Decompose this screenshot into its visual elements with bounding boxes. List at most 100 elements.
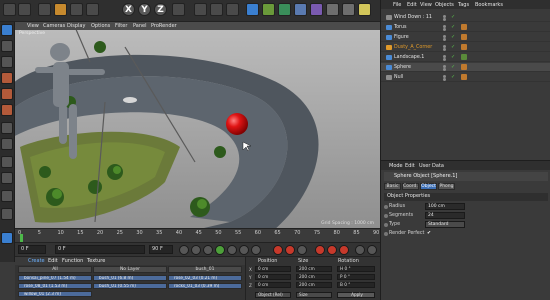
move-icon[interactable] bbox=[54, 3, 67, 16]
scale-key-icon[interactable] bbox=[327, 245, 337, 255]
enabled-check-icon[interactable]: ✓ bbox=[451, 14, 455, 20]
object-name[interactable]: Null bbox=[394, 75, 403, 80]
render-perfect-checkbox[interactable]: ✔ bbox=[427, 231, 431, 236]
viewport-menu-display[interactable]: Display bbox=[67, 23, 85, 29]
pen-icon[interactable] bbox=[262, 3, 275, 16]
attribute-menu-mode[interactable]: Mode bbox=[389, 163, 403, 169]
enabled-check-icon[interactable]: ✓ bbox=[451, 54, 455, 60]
material-filter-bush[interactable]: bush_01 bbox=[168, 266, 242, 273]
render-settings-icon[interactable] bbox=[226, 3, 239, 16]
cube-icon[interactable] bbox=[246, 3, 259, 16]
workplane-icon[interactable] bbox=[1, 172, 13, 184]
autokey-icon[interactable] bbox=[285, 245, 295, 255]
parameter-key-icon[interactable] bbox=[355, 245, 365, 255]
grid-icon[interactable] bbox=[1, 208, 13, 220]
viewport-menu-filter[interactable]: Filter bbox=[115, 23, 127, 29]
material-item[interactable]: rose_08_01 (1.53 m) bbox=[18, 283, 92, 289]
object-menu-edit[interactable]: Edit bbox=[407, 2, 417, 8]
size-mode-select[interactable]: Size bbox=[296, 292, 332, 298]
undo-icon[interactable] bbox=[3, 3, 16, 16]
make-editable-icon[interactable] bbox=[1, 24, 13, 36]
floor-icon[interactable] bbox=[326, 3, 339, 16]
visibility-dots[interactable] bbox=[443, 75, 449, 81]
material-tag-icon[interactable] bbox=[461, 24, 467, 30]
point-level-key-icon[interactable] bbox=[367, 245, 377, 255]
points-mode-icon[interactable] bbox=[1, 72, 13, 84]
visibility-dots[interactable] bbox=[443, 45, 449, 51]
object-row[interactable]: Sphere ✓ bbox=[381, 63, 550, 72]
visibility-dots[interactable] bbox=[443, 35, 449, 41]
material-item[interactable]: rocks_01_03 (0.39 m) bbox=[168, 283, 242, 289]
3d-viewport[interactable]: View Cameras Display Options Filter Pane… bbox=[15, 22, 380, 228]
material-item[interactable]: bush_01 (0.55 m) bbox=[93, 283, 167, 289]
record-active-objects-icon[interactable] bbox=[273, 245, 283, 255]
light-icon[interactable] bbox=[358, 3, 371, 16]
camera-icon[interactable] bbox=[342, 3, 355, 16]
viewport-menu-view[interactable]: View bbox=[27, 23, 39, 29]
object-name[interactable]: Wind Down : 11 bbox=[394, 15, 432, 20]
subdivision-icon[interactable] bbox=[278, 3, 291, 16]
rotation-key-icon[interactable] bbox=[339, 245, 349, 255]
object-row[interactable]: Wind Down : 11 ✓ bbox=[381, 13, 550, 22]
tab-coord[interactable]: Coord. bbox=[402, 183, 419, 190]
size-y-field[interactable]: 200 cm bbox=[296, 274, 332, 280]
previous-key-icon[interactable] bbox=[191, 245, 201, 255]
select-icon[interactable] bbox=[38, 3, 51, 16]
scale-icon[interactable] bbox=[70, 3, 83, 16]
object-row[interactable]: Null ✓ bbox=[381, 73, 550, 82]
object-row[interactable]: Torus ✓ bbox=[381, 23, 550, 32]
object-row[interactable]: Landscape.1 ✓ bbox=[381, 53, 550, 62]
material-menu-function[interactable]: Function bbox=[62, 258, 83, 264]
render-visibility-dot[interactable] bbox=[443, 78, 446, 81]
viewport-menu-options[interactable]: Options bbox=[91, 23, 110, 29]
animate-radio[interactable] bbox=[384, 214, 388, 218]
animate-radio[interactable] bbox=[384, 232, 388, 236]
position-z-field[interactable]: 0 cm bbox=[255, 282, 291, 288]
position-key-icon[interactable] bbox=[315, 245, 325, 255]
array-icon[interactable] bbox=[294, 3, 307, 16]
current-frame-field[interactable]: 0 F bbox=[18, 245, 46, 254]
visibility-dots[interactable] bbox=[443, 65, 449, 71]
material-item[interactable]: bush_01 (6.8 m) bbox=[93, 275, 167, 281]
tweak-mode-icon[interactable] bbox=[1, 138, 13, 150]
render-visibility-dot[interactable] bbox=[443, 58, 446, 61]
material-filter-all[interactable]: All bbox=[18, 266, 92, 273]
attribute-menu-edit[interactable]: Edit bbox=[405, 163, 415, 169]
viewport-menu-prorender[interactable]: ProRender bbox=[151, 23, 177, 29]
visibility-dots[interactable] bbox=[443, 25, 449, 31]
object-menu-objects[interactable]: Objects bbox=[435, 2, 454, 8]
rotation-p-field[interactable]: P 0 ° bbox=[337, 274, 375, 280]
render-view-icon[interactable] bbox=[194, 3, 207, 16]
rotate-icon[interactable] bbox=[86, 3, 99, 16]
type-select[interactable]: Standard bbox=[425, 221, 465, 228]
object-name[interactable]: Sphere bbox=[394, 65, 411, 70]
enabled-check-icon[interactable]: ✓ bbox=[451, 24, 455, 30]
material-tag-icon[interactable] bbox=[461, 74, 467, 80]
object-name[interactable]: Figure bbox=[394, 35, 409, 40]
next-frame-icon[interactable] bbox=[227, 245, 237, 255]
object-menu-file[interactable]: File bbox=[393, 2, 401, 8]
attribute-menu-user-data[interactable]: User Data bbox=[419, 163, 444, 169]
animate-radio[interactable] bbox=[384, 205, 388, 209]
render-visibility-dot[interactable] bbox=[443, 18, 446, 21]
timeline-ruler[interactable]: 0 5 10 15 20 25 30 35 40 45 50 55 60 65 70 75 80 85 90 bbox=[15, 228, 380, 242]
object-menu-view[interactable]: View bbox=[420, 2, 432, 8]
tab-basic[interactable]: Basic bbox=[384, 183, 401, 190]
coordinate-system-icon[interactable] bbox=[172, 3, 185, 16]
end-frame-field[interactable]: 90 F bbox=[149, 245, 173, 254]
material-tag-icon[interactable] bbox=[461, 34, 467, 40]
y-axis-button[interactable]: Y bbox=[138, 3, 151, 16]
deformer-icon[interactable] bbox=[310, 3, 323, 16]
enabled-check-icon[interactable]: ✓ bbox=[451, 74, 455, 80]
material-menu-texture[interactable]: Texture bbox=[87, 258, 105, 264]
play-icon[interactable] bbox=[215, 245, 225, 255]
object-name[interactable]: Torus bbox=[394, 25, 407, 30]
snap-icon[interactable] bbox=[1, 156, 13, 168]
viewport-menu-panel[interactable]: Panel bbox=[133, 23, 147, 29]
viewport-menu-cameras[interactable]: Cameras bbox=[43, 23, 65, 29]
size-x-field[interactable]: 200 cm bbox=[296, 266, 332, 272]
render-visibility-dot[interactable] bbox=[443, 48, 446, 51]
material-menu-edit[interactable]: Edit bbox=[48, 258, 58, 264]
radius-field[interactable]: 100 cm bbox=[425, 203, 465, 210]
x-axis-button[interactable]: X bbox=[122, 3, 135, 16]
